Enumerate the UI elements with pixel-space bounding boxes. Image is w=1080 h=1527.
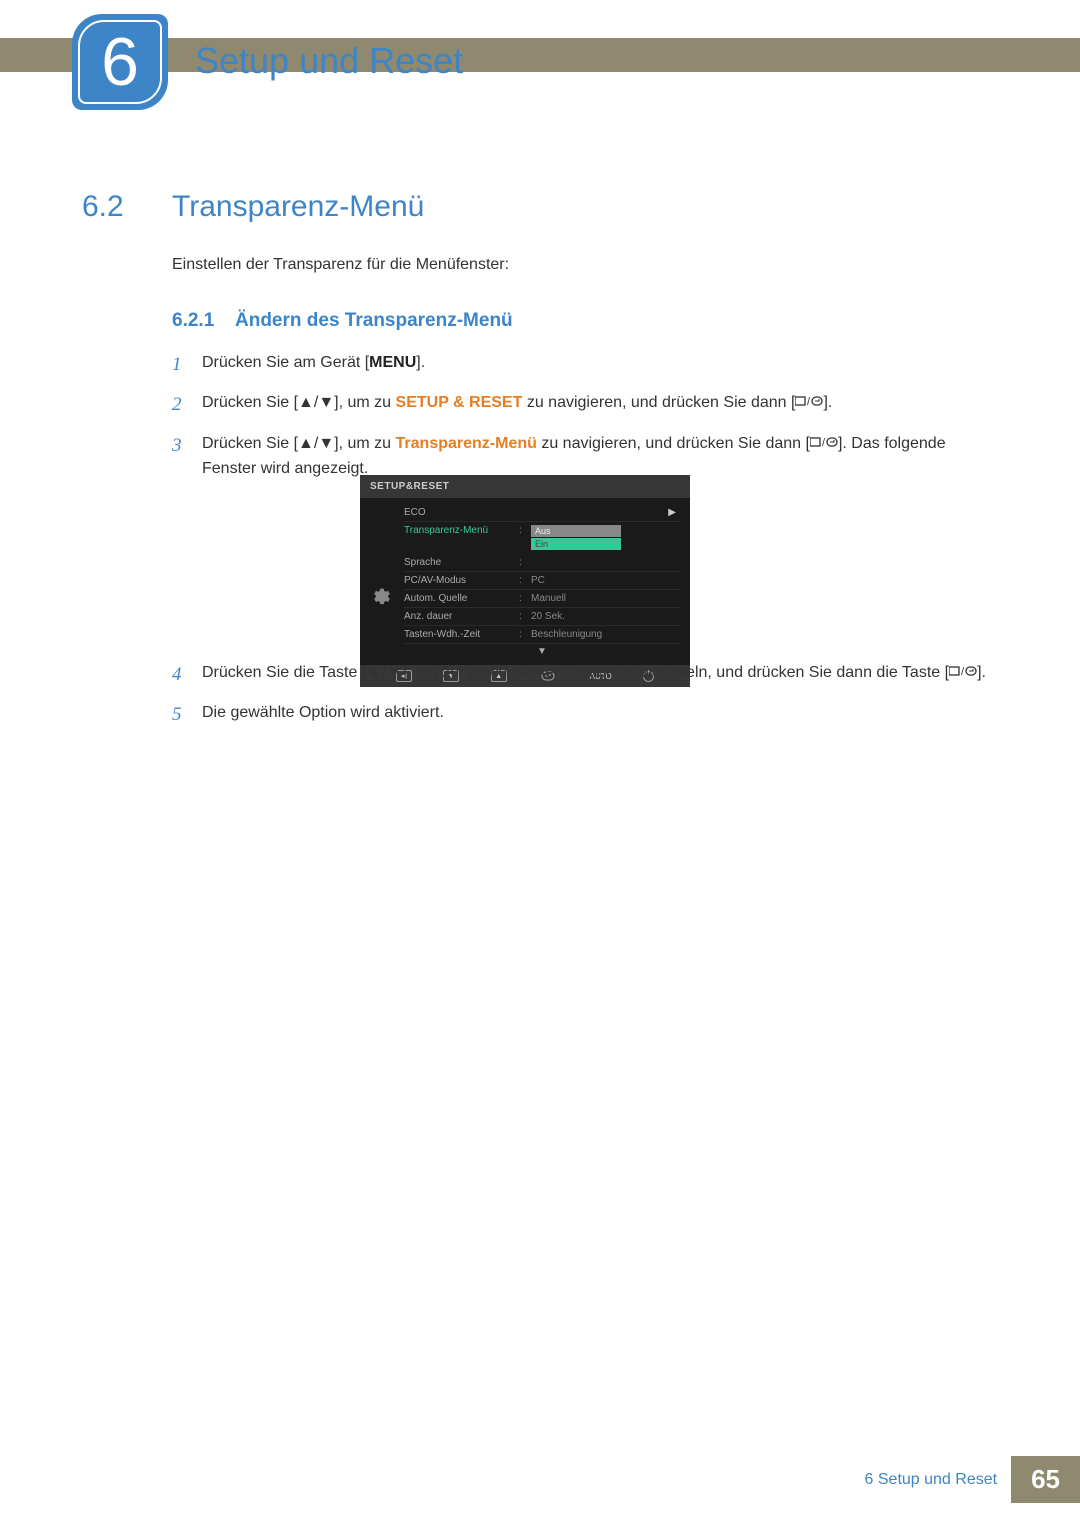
section-number: 6.2 (82, 190, 124, 224)
steps-list-continued: 4 Drücken Sie die Taste [▲/▼], um zur ge… (172, 660, 1000, 741)
subsection-number: 6.2.1 (172, 310, 214, 332)
step-text-4: Drücken Sie die Taste [▲/▼], um zur gewü… (202, 660, 1000, 690)
step-text-2: Drücken Sie [▲/▼], um zu SETUP & RESET z… (202, 390, 1000, 420)
osd-row-source: Autom. Quelle : Manuell (404, 590, 680, 608)
osd-row-eco: ECO ▶ (404, 504, 680, 522)
chevron-right-icon: ▶ (668, 507, 676, 518)
chapter-number: 6 (101, 23, 139, 101)
step-text-5: Die gewählte Option wird aktiviert. (202, 700, 1000, 730)
up-down-icon: ▲/▼ (298, 431, 334, 457)
steps-list: 1 Drücken Sie am Gerät [MENU]. 2 Drücken… (172, 350, 1000, 492)
footer-page-number: 65 (1011, 1456, 1080, 1503)
nav-target-transparency: Transparenz-Menü (396, 435, 537, 452)
step-number-5: 5 (172, 700, 202, 730)
osd-row-pcav: PC/AV-Modus : PC (404, 572, 680, 590)
up-down-icon: ▲/▼ (366, 660, 402, 686)
rect-enter-icon: / (810, 431, 838, 457)
svg-text:/: / (807, 396, 811, 407)
rect-enter-icon: / (795, 390, 823, 416)
step-text-1: Drücken Sie am Gerät [MENU]. (202, 350, 1000, 380)
step-number-3: 3 (172, 431, 202, 482)
osd-row-sprache: Sprache : (404, 554, 680, 572)
gear-icon (360, 498, 404, 661)
svg-text:/: / (822, 437, 826, 448)
menu-key-label: MENU (369, 354, 416, 371)
chevron-down-icon: ▼ (404, 644, 680, 659)
osd-menu-screenshot: SETUP&RESET ECO ▶ Transparenz-Menü : Aus… (360, 475, 690, 687)
rect-enter-icon: / (949, 660, 977, 686)
osd-row-transparency: Transparenz-Menü : Aus Ein (404, 522, 680, 554)
osd-option-ein: Ein (531, 538, 621, 550)
page-footer: 6 Setup und Reset 65 (851, 1456, 1080, 1503)
osd-row-keyrepeat: Tasten-Wdh.-Zeit : Beschleunigung (404, 626, 680, 644)
svg-text:/: / (961, 666, 965, 677)
step-number-4: 4 (172, 660, 202, 690)
nav-target-setup: SETUP & RESET (396, 394, 523, 411)
osd-header: SETUP&RESET (360, 475, 690, 498)
osd-row-duration: Anz. dauer : 20 Sek. (404, 608, 680, 626)
subsection-title: Ändern des Transparenz-Menü (235, 310, 513, 332)
chapter-title: Setup und Reset (195, 40, 463, 82)
osd-option-aus: Aus (531, 525, 621, 537)
chapter-badge: 6 (72, 14, 168, 110)
section-title: Transparenz-Menü (172, 190, 424, 224)
up-down-icon: ▲/▼ (298, 390, 334, 416)
section-intro: Einstellen der Transparenz für die Menüf… (172, 256, 509, 274)
step-number-2: 2 (172, 390, 202, 420)
footer-chapter-ref: 6 Setup und Reset (851, 1456, 1012, 1503)
step-number-1: 1 (172, 350, 202, 380)
